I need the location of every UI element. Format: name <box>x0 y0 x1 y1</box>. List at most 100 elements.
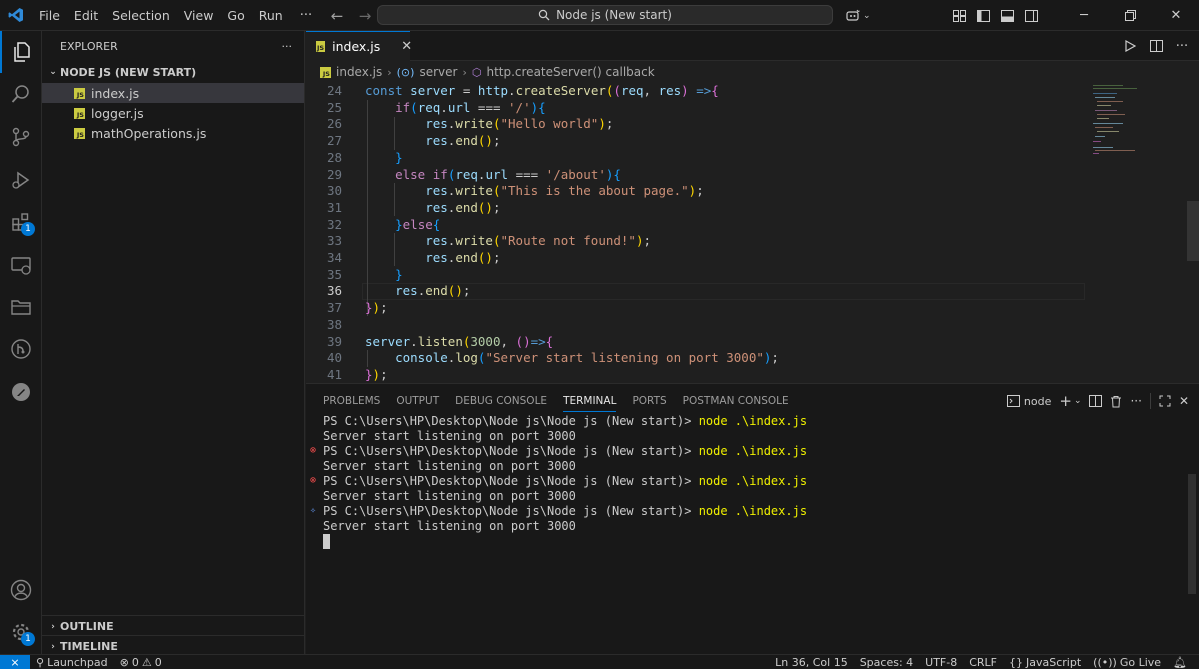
toggle-secondary-sidebar-icon[interactable] <box>1019 0 1043 31</box>
explorer-more-button[interactable]: ··· <box>282 40 293 53</box>
launchpad-button[interactable]: ⚲ Launchpad <box>30 656 114 669</box>
sparkle-icon: ✧ <box>310 505 317 516</box>
explorer-header: EXPLORER ··· <box>42 31 304 61</box>
file-item-mathoperations-js[interactable]: JS mathOperations.js <box>42 123 304 143</box>
terminal-selector[interactable]: node <box>1006 391 1051 411</box>
chevron-right-icon: › <box>51 621 55 632</box>
toggle-panel-icon[interactable] <box>995 0 1019 31</box>
chevron-down-icon: ⌄ <box>863 10 871 21</box>
new-terminal-plus-icon[interactable]: + <box>1059 391 1072 411</box>
run-code-icon[interactable] <box>1119 35 1141 57</box>
code-line: 32 }else{ <box>326 216 441 232</box>
menu-run[interactable]: Run <box>252 0 290 31</box>
tab-debug-console[interactable]: DEBUG CONSOLE <box>447 384 555 418</box>
chevron-right-icon: › <box>387 65 392 79</box>
minimize-icon[interactable]: ─ <box>1061 0 1107 31</box>
js-file-icon: JS <box>74 87 85 99</box>
folder-section-header[interactable]: ⌄ NODE JS (NEW START) <box>42 61 304 83</box>
forward-arrow-icon[interactable]: → <box>353 7 377 25</box>
toggle-primary-sidebar-icon[interactable] <box>971 0 995 31</box>
error-circle-icon: ⊗ <box>310 445 317 456</box>
chevron-down-icon[interactable]: ⌄ <box>1074 391 1082 411</box>
panel-tabs: PROBLEMS OUTPUT DEBUG CONSOLE TERMINAL P… <box>315 384 797 418</box>
code-line: 29 else if(req.url === '/about'){ <box>326 166 621 182</box>
explorer-icon[interactable] <box>0 31 42 73</box>
notifications-bell-icon[interactable]: 🔔︎ <box>1167 656 1193 669</box>
menu-file[interactable]: File <box>32 0 67 31</box>
command-center-label: Node js (New start) <box>556 8 672 22</box>
copilot-icon <box>846 9 860 21</box>
minimap[interactable] <box>1091 83 1151 163</box>
search-icon[interactable] <box>0 73 42 115</box>
breadcrumb: JS index.js › (⊙) server › ⬡ http.create… <box>306 61 1199 83</box>
postman-icon[interactable] <box>0 371 42 413</box>
warning-count: 0 <box>154 655 162 669</box>
problems-indicator[interactable]: ⊗ 0 ⚠ 0 <box>114 656 168 669</box>
indentation[interactable]: Spaces: 4 <box>854 656 919 669</box>
tab-output[interactable]: OUTPUT <box>388 384 447 418</box>
menu-more-button[interactable]: ··· <box>290 8 322 23</box>
outline-label: OUTLINE <box>60 620 114 633</box>
error-count: 0 <box>131 655 139 669</box>
file-item-index-js[interactable]: JS index.js <box>42 83 304 103</box>
gitlens-icon[interactable] <box>0 328 42 370</box>
run-debug-icon[interactable] <box>0 159 42 201</box>
breadcrumb-file[interactable]: index.js <box>336 65 382 79</box>
command-center-search[interactable]: Node js (New start) <box>377 5 833 25</box>
file-item-logger-js[interactable]: JS logger.js <box>42 103 304 123</box>
folder-icon[interactable] <box>0 286 42 328</box>
menu-go[interactable]: Go <box>220 0 251 31</box>
js-file-icon: JS <box>316 41 326 52</box>
more-actions-icon[interactable]: ··· <box>1130 391 1141 411</box>
encoding[interactable]: UTF-8 <box>919 656 963 669</box>
editor-tab-bar: JS index.js ✕ ··· <box>306 31 1199 61</box>
customize-layout-icon[interactable] <box>947 0 971 31</box>
manage-gear-icon[interactable]: 1 <box>0 611 42 653</box>
trash-icon[interactable] <box>1110 391 1122 411</box>
file-label: logger.js <box>91 105 144 121</box>
tab-index-js[interactable]: JS index.js ✕ <box>306 31 412 61</box>
close-window-icon[interactable]: ✕ <box>1153 0 1199 31</box>
tab-postman-console[interactable]: POSTMAN CONSOLE <box>675 384 797 418</box>
remote-indicator-icon[interactable]: ⨯ <box>0 654 30 669</box>
menu-selection[interactable]: Selection <box>105 0 177 31</box>
editor-scrollbar[interactable] <box>1187 201 1199 261</box>
breadcrumb-symbol-callback[interactable]: http.createServer() callback <box>486 65 654 79</box>
breadcrumb-symbol-server[interactable]: server <box>419 65 457 79</box>
warning-icon: ⚠ <box>141 655 152 669</box>
terminal-line: PS C:\Users\HP\Desktop\Node js\Node js (… <box>323 444 808 458</box>
title-bar: File Edit Selection View Go Run ··· ← → … <box>0 0 1199 31</box>
explorer-sidebar: EXPLORER ··· ⌄ NODE JS (NEW START) JS in… <box>42 31 305 654</box>
menu-edit[interactable]: Edit <box>67 0 105 31</box>
tab-terminal[interactable]: TERMINAL <box>555 384 624 418</box>
split-terminal-icon[interactable] <box>1089 391 1103 411</box>
js-file-icon: JS <box>74 127 85 139</box>
terminal-scrollbar[interactable] <box>1188 474 1196 594</box>
source-control-icon[interactable] <box>0 116 42 158</box>
back-arrow-icon[interactable]: ← <box>325 7 349 25</box>
cursor-position[interactable]: Ln 36, Col 15 <box>769 656 854 669</box>
code-editor[interactable]: 24 const server = http.createServer((req,… <box>306 83 1199 383</box>
end-of-line[interactable]: CRLF <box>963 656 1003 669</box>
tab-ports[interactable]: PORTS <box>624 384 674 418</box>
outline-section-header[interactable]: › OUTLINE <box>42 615 305 637</box>
maximize-panel-icon[interactable] <box>1159 391 1171 411</box>
menu-view[interactable]: View <box>177 0 221 31</box>
braces-icon: {} <box>1009 656 1024 669</box>
restore-icon[interactable] <box>1107 0 1153 31</box>
more-actions-icon[interactable]: ··· <box>1171 35 1193 57</box>
rocket-icon: ⚲ <box>36 655 45 669</box>
close-icon[interactable]: ✕ <box>401 39 412 54</box>
accounts-icon[interactable] <box>0 569 42 611</box>
copilot-button[interactable]: ⌄ <box>845 0 871 31</box>
code-line: 24 const server = http.createServer((req,… <box>326 83 719 98</box>
close-panel-icon[interactable]: ✕ <box>1179 391 1189 411</box>
extensions-icon[interactable]: 1 <box>0 201 42 243</box>
error-icon: ⊗ <box>119 655 129 669</box>
tab-problems[interactable]: PROBLEMS <box>315 384 388 418</box>
remote-explorer-icon[interactable] <box>0 244 42 286</box>
go-live-button[interactable]: ((•)) Go Live <box>1087 656 1167 669</box>
broadcast-icon: ((•)) <box>1093 656 1117 669</box>
language-mode[interactable]: {} JavaScript <box>1003 656 1087 669</box>
split-editor-icon[interactable] <box>1145 35 1167 57</box>
